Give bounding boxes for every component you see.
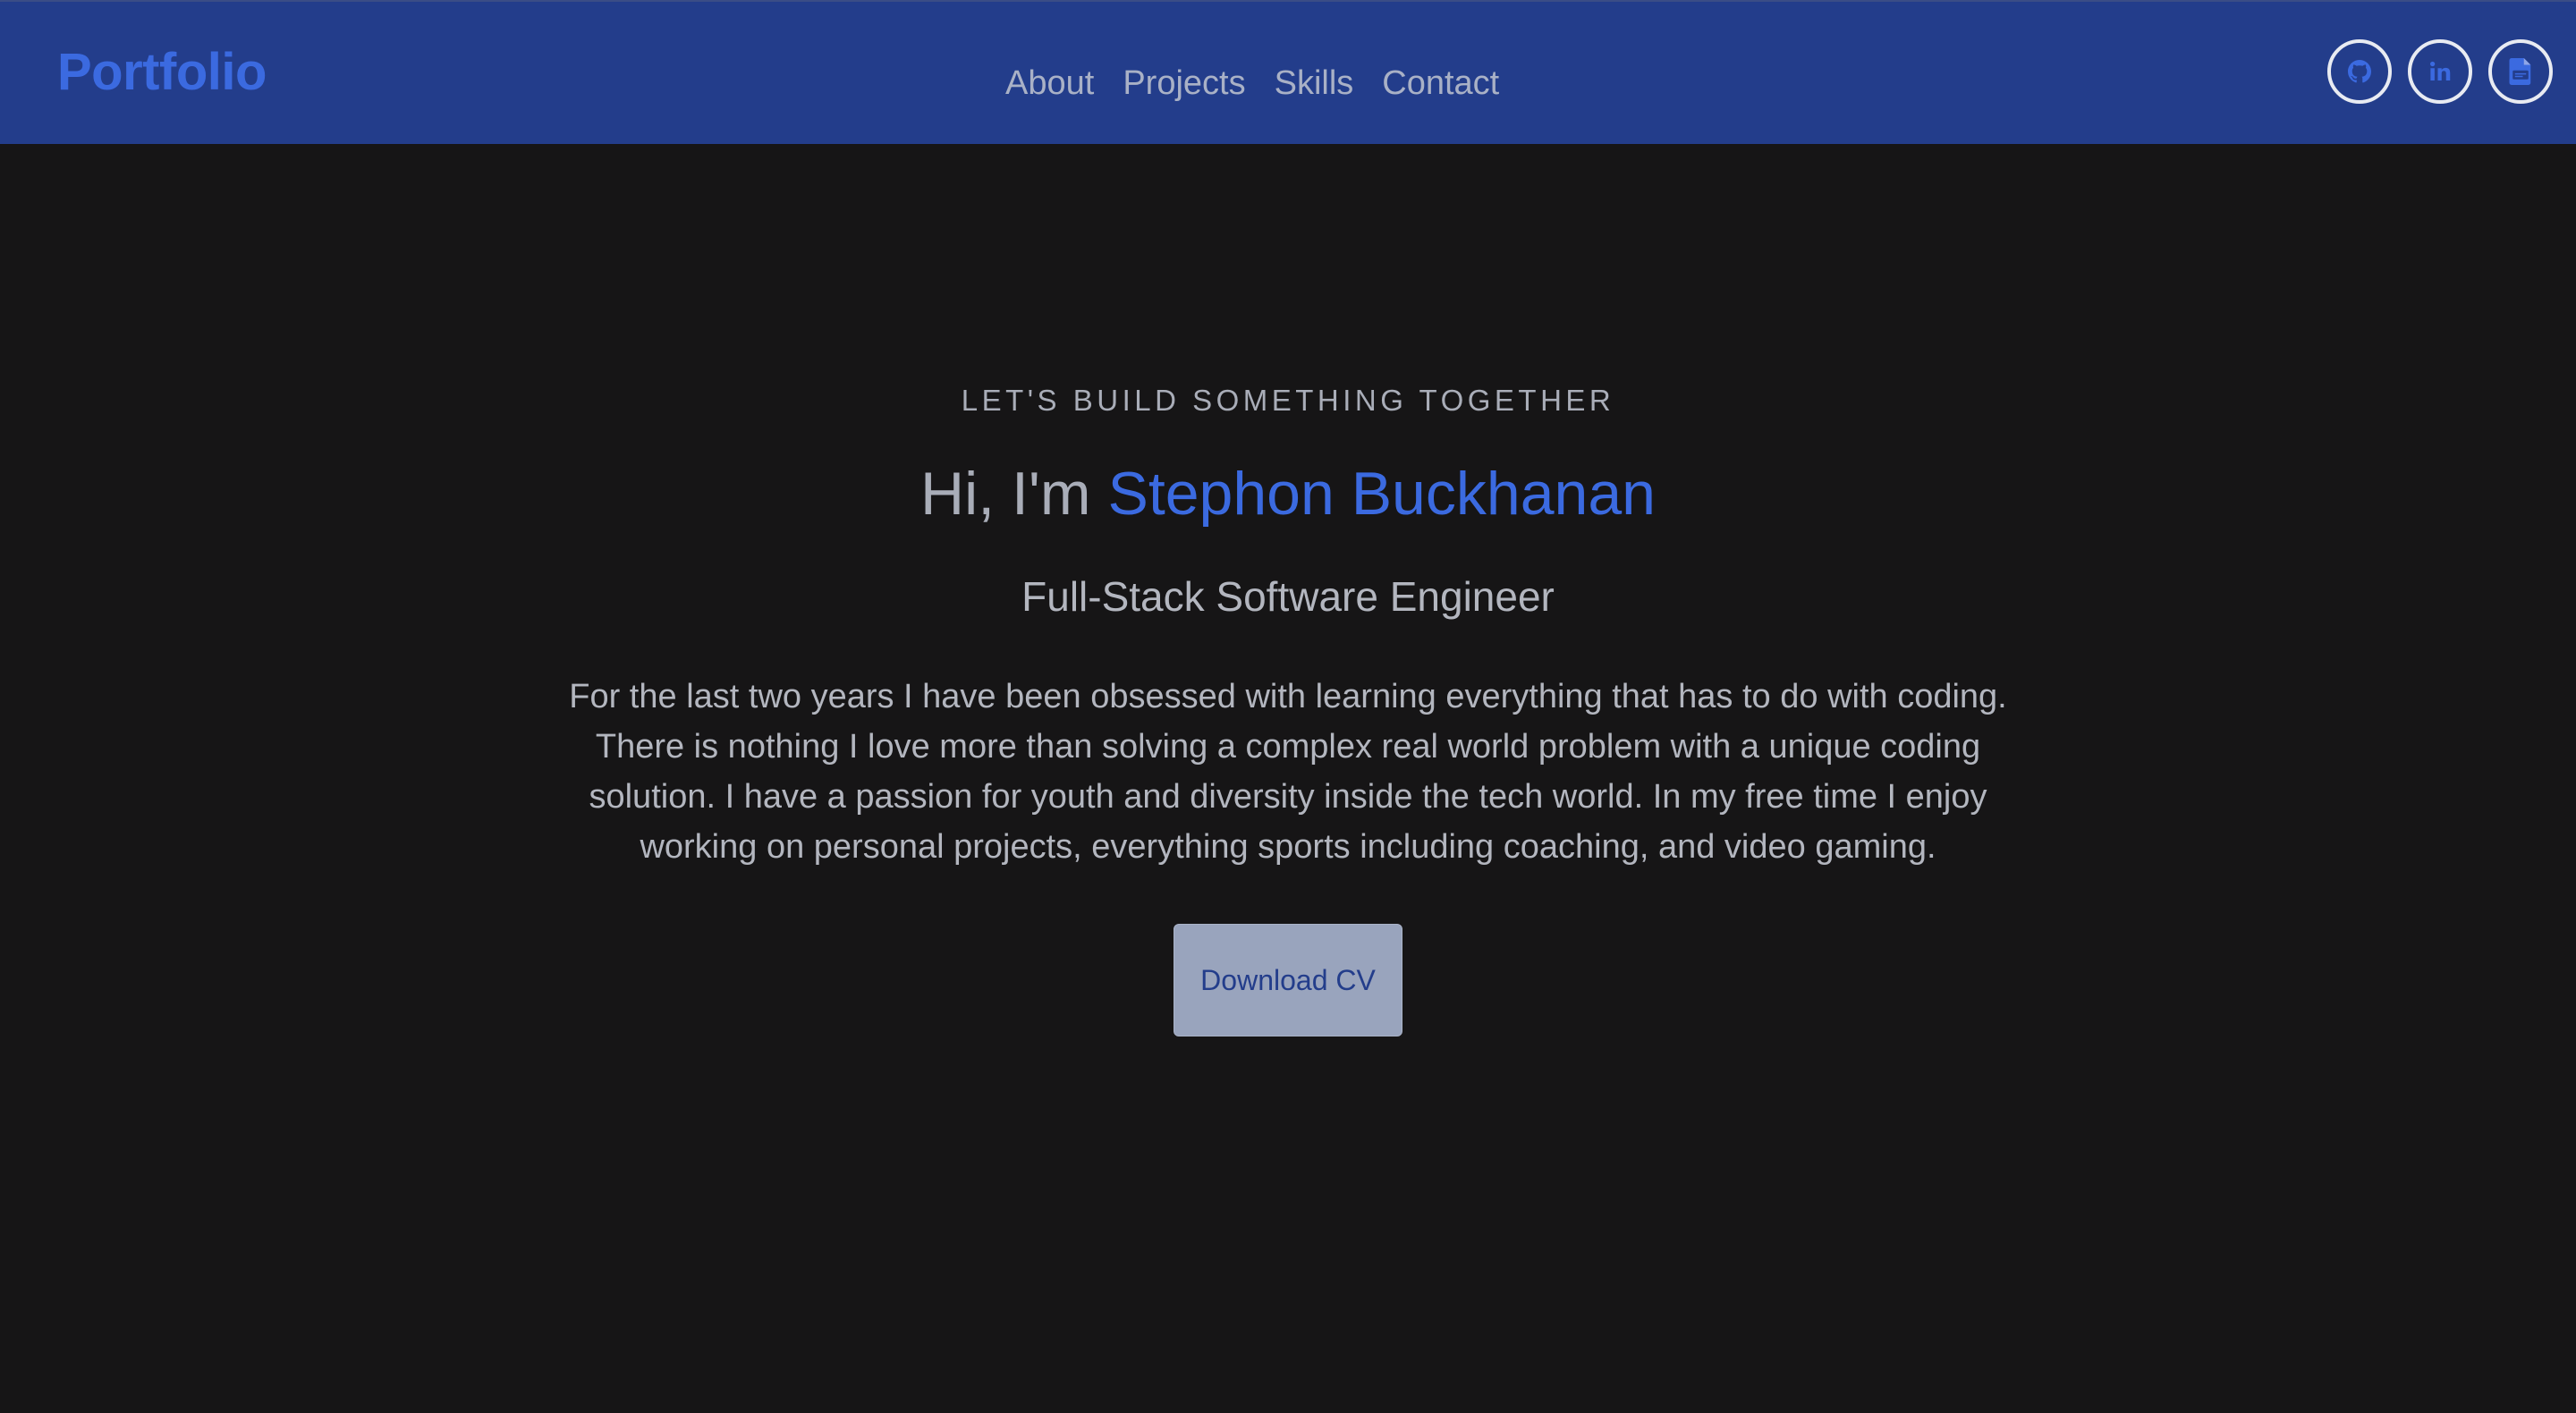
nav-link-about[interactable]: About	[1005, 66, 1094, 100]
brand-logo-link[interactable]: Portfolio	[57, 47, 267, 98]
social-links	[2327, 39, 2553, 104]
hero-eyebrow: LET'S BUILD SOMETHING TOGETHER	[961, 384, 1615, 417]
cv-link-button[interactable]	[2488, 39, 2553, 104]
navbar: Portfolio About Projects Skills Contact	[0, 0, 2576, 144]
nav-link-skills[interactable]: Skills	[1275, 66, 1354, 100]
cv-document-icon	[2509, 58, 2531, 85]
github-icon	[2348, 60, 2371, 83]
github-link-button[interactable]	[2327, 39, 2392, 104]
nav-link-contact[interactable]: Contact	[1382, 66, 1499, 100]
hero-bio: For the last two years I have been obses…	[569, 678, 2007, 866]
linkedin-icon	[2430, 61, 2451, 80]
hero-greeting: Hi, I'm	[920, 460, 1091, 528]
hero-role: Full-Stack Software Engineer	[1021, 573, 1555, 620]
linkedin-link-button[interactable]	[2408, 39, 2472, 104]
download-cv-button[interactable]: Download CV	[1174, 924, 1402, 1036]
nav-link-projects[interactable]: Projects	[1123, 66, 1245, 100]
hero-name: Stephon Buckhanan	[1107, 460, 1656, 528]
hero-headline: Hi, I'm Stephon Buckhanan	[0, 461, 2576, 528]
hero-section: LET'S BUILD SOMETHING TOGETHER Hi, I'm S…	[0, 144, 2576, 1413]
main-nav: About Projects Skills Contact	[1005, 61, 1499, 106]
